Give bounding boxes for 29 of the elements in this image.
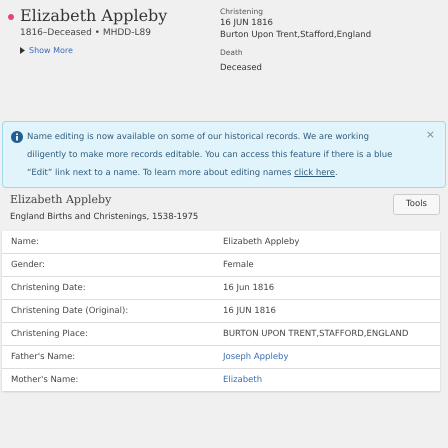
person-summary: 1816–Deceased • MHDD-L89 <box>20 27 152 40</box>
field-label: Christening Date (Original): <box>2 300 214 323</box>
field-value: BURTON UPON TRENT,STAFFORD,ENGLAND <box>214 322 440 346</box>
info-icon <box>11 131 23 143</box>
tools-button[interactable]: Tools <box>393 194 440 215</box>
caret-icon[interactable] <box>20 47 25 54</box>
field-value: Female <box>214 254 440 277</box>
field-label: Mother's Name: <box>2 368 214 392</box>
event-detail: 16 JUN 1816 <box>220 17 274 30</box>
show-more-link[interactable]: Show More <box>29 44 73 56</box>
field-value: 16 JUN 1816 <box>214 300 440 323</box>
field-label: Christening Place: <box>2 322 214 346</box>
status-dot <box>8 14 14 20</box>
collection-name: England Births and Christenings, 1538-1975 <box>10 210 198 224</box>
alert-message: Name editing is now available on some of our historical records. We are working diligently to make more records editable. You can access this feature if there is a blue “Edit” link next to a name. To learn more about editing names click here. <box>27 131 394 180</box>
field-label: Christening Date: <box>2 276 214 300</box>
click-here-link[interactable]: click here <box>294 168 335 178</box>
close-button[interactable]: × <box>426 128 435 142</box>
field-label: Gender: <box>2 254 214 277</box>
event-detail: Burton Upon Trent,Stafford,England <box>220 29 372 42</box>
field-label: Father's Name: <box>2 346 214 369</box>
field-value: Elizabeth Appleby <box>214 231 440 254</box>
record-title: Elizabeth Appleby <box>10 192 112 208</box>
field-label: Name: <box>2 231 214 254</box>
field-value: 16 Jun 1816 <box>214 276 440 300</box>
parent-link[interactable]: Elizabeth <box>214 368 440 392</box>
person-name: Elizabeth Appleby <box>20 6 168 26</box>
parent-link[interactable]: Joseph Appleby <box>214 346 440 369</box>
event-detail: Deceased <box>220 62 263 74</box>
